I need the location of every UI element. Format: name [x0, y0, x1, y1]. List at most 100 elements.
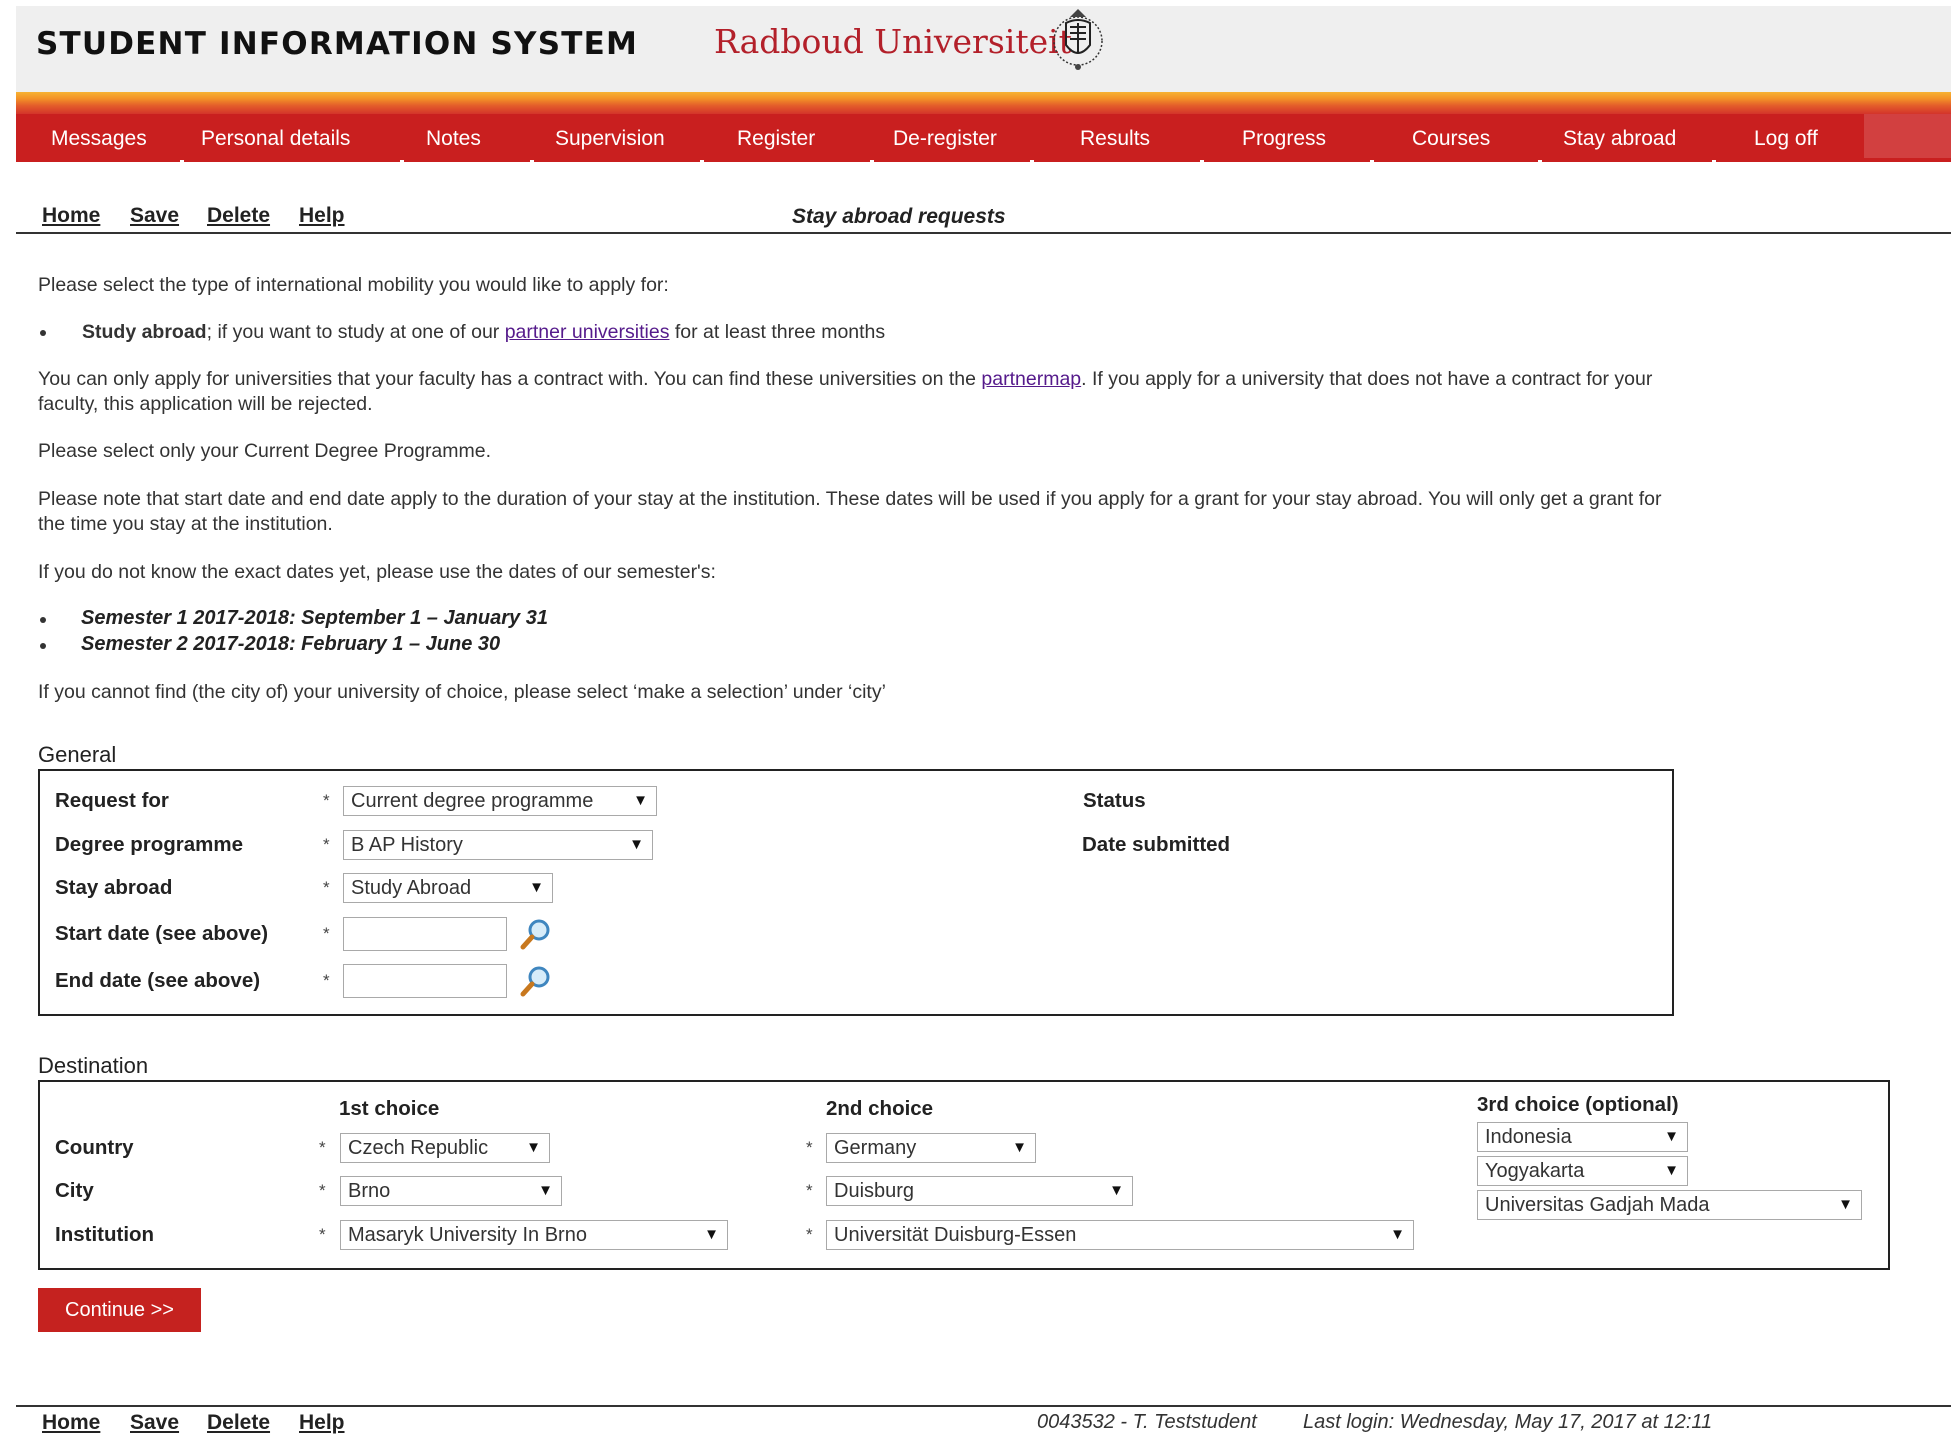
second-country-select[interactable]: Germany ▼	[826, 1133, 1036, 1163]
bullet	[40, 617, 46, 623]
intro-text: Please select the type of international …	[38, 274, 669, 296]
page-title: Stay abroad requests	[792, 205, 1006, 228]
nav-courses[interactable]: Courses	[1412, 127, 1490, 151]
third-city-value: Yogyakarta	[1485, 1160, 1585, 1182]
start-date-label: Start date (see above)	[55, 922, 269, 945]
stay-abroad-label: Stay abroad	[55, 876, 173, 899]
student-id: 0043532 - T. Teststudent	[1037, 1411, 1257, 1433]
end-date-input[interactable]	[343, 964, 507, 998]
request-for-select[interactable]: Current degree programme ▼	[343, 786, 657, 816]
second-country-value: Germany	[834, 1137, 917, 1159]
nav-separator	[700, 160, 704, 163]
required-mark: *	[319, 1181, 326, 1200]
first-city-select[interactable]: Brno ▼	[340, 1176, 562, 1206]
required-mark: *	[323, 878, 330, 897]
stay-abroad-value: Study Abroad	[351, 877, 472, 899]
first-country-select[interactable]: Czech Republic ▼	[340, 1133, 550, 1163]
nav-de-register[interactable]: De-register	[893, 127, 997, 151]
nav-separator	[870, 160, 874, 163]
second-city-value: Duisburg	[834, 1180, 915, 1202]
partner-universities-link[interactable]: partner universities	[505, 321, 670, 343]
degree-info-text: Please select only your Current Degree P…	[38, 440, 492, 462]
required-mark: *	[323, 971, 330, 990]
third-country-value: Indonesia	[1485, 1126, 1572, 1148]
required-mark: *	[806, 1225, 813, 1244]
semester-2-dates: Semester 2 2017-2018: February 1 – June …	[81, 633, 501, 655]
third-country-select[interactable]: Indonesia ▼	[1477, 1122, 1688, 1152]
first-city-value: Brno	[348, 1180, 391, 1202]
continue-button[interactable]: Continue >>	[38, 1288, 201, 1332]
end-date-label: End date (see above)	[55, 969, 261, 992]
nav-separator	[1538, 160, 1542, 163]
triangle-down-icon: ▼	[629, 836, 644, 853]
triangle-down-icon: ▼	[1664, 1128, 1679, 1145]
contract-text: You can only apply for universities that…	[38, 368, 982, 390]
nav-personal-details[interactable]: Personal details	[201, 127, 350, 151]
semester-1-dates: Semester 1 2017-2018: September 1 – Janu…	[81, 607, 548, 629]
destination-section-title: Destination	[38, 1053, 149, 1078]
bullet-text: ; if you want to study at one of our	[206, 321, 505, 343]
nav-separator	[1200, 160, 1204, 163]
third-institution-value: Universitas Gadjah Mada	[1485, 1194, 1710, 1216]
study-abroad-bullet: Study abroad; if you want to study at on…	[82, 320, 885, 345]
nav-separator	[530, 160, 534, 163]
degree-programme-value: B AP History	[351, 834, 463, 856]
toolbar-home-link[interactable]: Home	[42, 204, 100, 228]
nav-progress[interactable]: Progress	[1242, 127, 1326, 151]
required-mark: *	[319, 1225, 326, 1244]
city-info-text: If you cannot find (the city of) your un…	[38, 681, 886, 703]
university-name: Radboud Universiteit	[714, 22, 1072, 61]
start-date-input[interactable]	[343, 917, 507, 951]
partnermap-link[interactable]: partnermap	[981, 368, 1081, 390]
triangle-down-icon: ▼	[529, 879, 544, 896]
toolbar-save-link[interactable]: Save	[130, 204, 179, 228]
second-city-select[interactable]: Duisburg ▼	[826, 1176, 1133, 1206]
second-institution-select[interactable]: Universität Duisburg-Essen ▼	[826, 1220, 1414, 1250]
footer-divider	[16, 1405, 1951, 1407]
university-seal-icon	[1053, 9, 1103, 70]
bullet	[40, 330, 46, 336]
required-mark: *	[806, 1138, 813, 1157]
triangle-down-icon: ▼	[538, 1182, 553, 1199]
stay-abroad-select[interactable]: Study Abroad ▼	[343, 873, 553, 903]
semester-info-text: If you do not know the exact dates yet, …	[38, 561, 716, 583]
nav-register[interactable]: Register	[737, 127, 815, 151]
footer-save-link[interactable]: Save	[130, 1411, 179, 1435]
required-mark: *	[323, 835, 330, 854]
request-for-label: Request for	[55, 789, 169, 812]
first-institution-select[interactable]: Masaryk University In Brno ▼	[340, 1220, 728, 1250]
footer-delete-link[interactable]: Delete	[207, 1411, 270, 1435]
footer-home-link[interactable]: Home	[42, 1411, 100, 1435]
toolbar-help-link[interactable]: Help	[299, 204, 345, 228]
nav-messages[interactable]: Messages	[51, 127, 147, 151]
toolbar-delete-link[interactable]: Delete	[207, 204, 270, 228]
study-abroad-term: Study abroad	[82, 321, 207, 343]
triangle-down-icon: ▼	[1390, 1226, 1405, 1243]
magnifier-icon[interactable]	[519, 964, 553, 998]
required-mark: *	[806, 1181, 813, 1200]
nav-results[interactable]: Results	[1080, 127, 1150, 151]
triangle-down-icon: ▼	[1109, 1182, 1124, 1199]
nav-supervision[interactable]: Supervision	[555, 127, 665, 151]
triangle-down-icon: ▼	[1838, 1196, 1853, 1213]
third-choice-heading: 3rd choice (optional)	[1477, 1093, 1679, 1116]
nav-separator	[1370, 160, 1374, 163]
nav-log-off[interactable]: Log off	[1754, 127, 1818, 151]
status-label: Status	[1083, 789, 1146, 812]
city-label: City	[55, 1179, 94, 1202]
nav-notes[interactable]: Notes	[426, 127, 481, 151]
nav-stay-abroad[interactable]: Stay abroad	[1563, 127, 1676, 151]
first-institution-value: Masaryk University In Brno	[348, 1224, 587, 1246]
dates-info-text: Please note that start date and end date…	[38, 488, 1662, 535]
footer-help-link[interactable]: Help	[299, 1411, 345, 1435]
required-mark: *	[323, 924, 330, 943]
triangle-down-icon: ▼	[526, 1139, 541, 1156]
magnifier-icon[interactable]	[519, 917, 553, 951]
triangle-down-icon: ▼	[633, 792, 648, 809]
third-city-select[interactable]: Yogyakarta ▼	[1477, 1156, 1688, 1186]
nav-end	[1864, 114, 1951, 158]
request-for-value: Current degree programme	[351, 790, 594, 812]
third-institution-select[interactable]: Universitas Gadjah Mada ▼	[1477, 1190, 1862, 1220]
degree-programme-select[interactable]: B AP History ▼	[343, 830, 653, 860]
bullet-text: for at least three months	[669, 321, 886, 343]
